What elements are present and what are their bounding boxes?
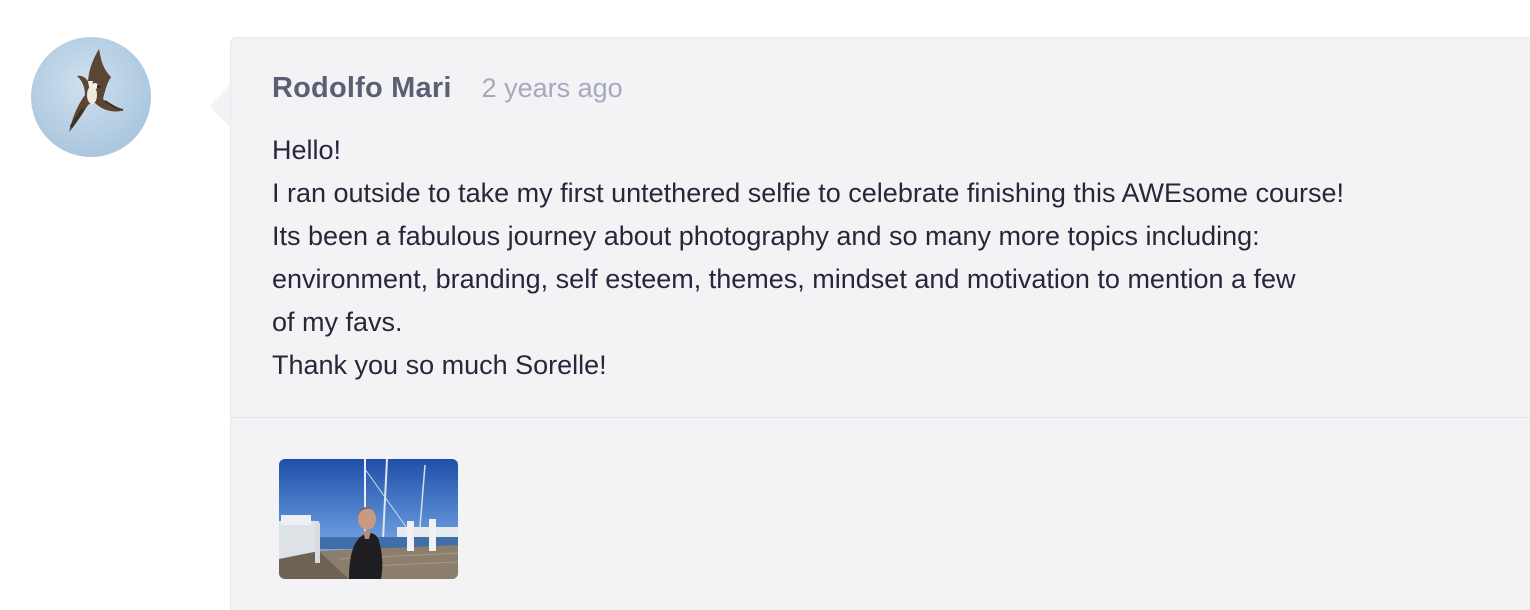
comment-text: Hello! I ran outside to take my first un…	[272, 129, 1512, 387]
author-name[interactable]: Rodolfo Mari	[272, 72, 452, 105]
bubble-pointer	[209, 84, 231, 128]
osprey-icon	[69, 49, 124, 132]
comment-header: Rodolfo Mari 2 years ago	[272, 72, 623, 105]
user-avatar[interactable]	[31, 37, 151, 157]
comment-line: Its been a fabulous journey about photog…	[272, 221, 1260, 251]
comment-line: I ran outside to take my first untethere…	[272, 178, 1345, 208]
comment-line: Thank you so much Sorelle!	[272, 350, 607, 380]
comment-line: environment, branding, self esteem, them…	[272, 264, 1296, 294]
comment-timestamp[interactable]: 2 years ago	[482, 73, 623, 104]
comment-line: Hello!	[272, 135, 342, 165]
attachment-divider	[231, 417, 1530, 418]
attached-photo-thumbnail[interactable]	[279, 459, 458, 579]
comment-bubble: Rodolfo Mari 2 years ago Hello! I ran ou…	[230, 37, 1530, 610]
comment-page: Rodolfo Mari 2 years ago Hello! I ran ou…	[0, 0, 1530, 610]
comment-line: of my favs.	[272, 307, 403, 337]
selfie-photo-icon	[279, 459, 458, 579]
